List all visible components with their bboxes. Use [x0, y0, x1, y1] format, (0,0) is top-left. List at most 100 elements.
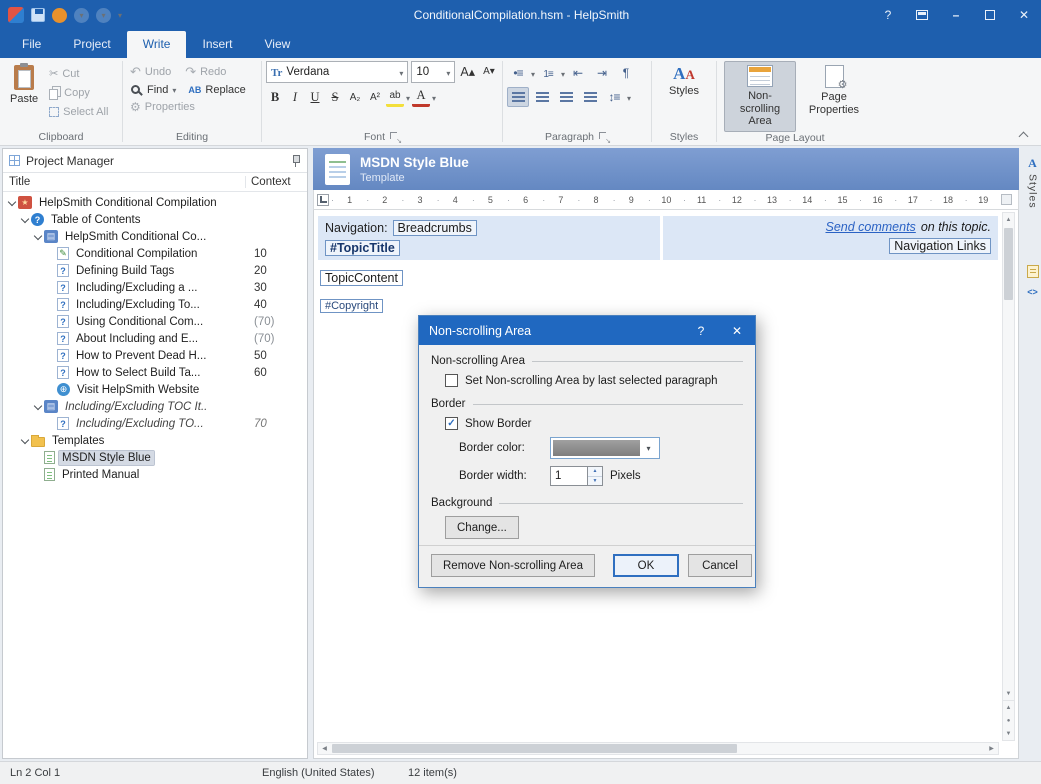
scroll-down-icon[interactable]: ▼: [1003, 687, 1014, 700]
align-left-button[interactable]: [507, 87, 529, 107]
expander-icon[interactable]: [32, 405, 44, 409]
set-by-paragraph-label[interactable]: Set Non-scrolling Area by last selected …: [465, 375, 718, 387]
border-width-input[interactable]: [550, 466, 588, 486]
remove-non-scrolling-area-button[interactable]: Remove Non-scrolling Area: [431, 554, 595, 577]
expander-icon[interactable]: [19, 218, 31, 222]
scroll-right-icon[interactable]: ▶: [985, 743, 998, 754]
italic-button[interactable]: I: [286, 87, 304, 107]
increase-indent-button[interactable]: [591, 63, 613, 83]
tree-item[interactable]: Templates: [3, 432, 307, 449]
tree-item[interactable]: ?Including/Excluding TO...70: [3, 415, 307, 432]
dialog-title-bar[interactable]: Non-scrolling Area ? ✕: [419, 316, 755, 345]
topic-content-field[interactable]: TopicContent: [320, 270, 403, 286]
undo-dropdown-icon[interactable]: [74, 8, 89, 23]
font-family-combobox[interactable]: Verdana: [266, 61, 408, 83]
tab-file[interactable]: File: [6, 31, 57, 58]
change-background-button[interactable]: Change...: [445, 516, 519, 539]
highlight-color-button[interactable]: ab: [386, 87, 404, 107]
ruler-right-marker[interactable]: [1001, 194, 1012, 205]
close-button[interactable]: [1007, 0, 1041, 30]
column-title[interactable]: Title: [3, 176, 245, 188]
decrease-indent-button[interactable]: [567, 63, 589, 83]
scroll-left-icon[interactable]: ◀: [318, 743, 331, 754]
border-color-dropdown-icon[interactable]: ▾: [640, 440, 657, 456]
ok-button[interactable]: OK: [613, 554, 679, 577]
tab-view[interactable]: View: [249, 31, 307, 58]
select-browse-object-button[interactable]: ●: [1003, 714, 1014, 727]
show-border-label[interactable]: Show Border: [465, 418, 531, 430]
expander-icon[interactable]: [32, 235, 44, 239]
breadcrumbs-field[interactable]: Breadcrumbs: [393, 220, 477, 236]
send-comments-link[interactable]: Send comments: [825, 220, 915, 234]
strikethrough-button[interactable]: S: [326, 87, 344, 107]
tree-item[interactable]: ?How to Prevent Dead H...50: [3, 347, 307, 364]
tree-item[interactable]: ?Defining Build Tags20: [3, 262, 307, 279]
tab-insert[interactable]: Insert: [186, 31, 248, 58]
horizontal-scrollbar[interactable]: ◀ ▶: [317, 742, 999, 755]
vertical-scrollbar[interactable]: ▲ ▼ ▲ ● ▼: [1002, 212, 1015, 741]
line-spacing-button[interactable]: [603, 87, 625, 107]
tree-item[interactable]: MSDN Style Blue: [3, 449, 307, 466]
font-size-combobox[interactable]: 10: [411, 61, 455, 83]
html-code-icon[interactable]: [1027, 284, 1038, 298]
horizontal-ruler[interactable]: 12345678910111213141516171819: [313, 190, 1019, 210]
tree-item[interactable]: ▤Including/Excluding TOC It..: [3, 398, 307, 415]
bullet-list-dropdown-icon[interactable]: [531, 66, 535, 80]
spin-down-icon[interactable]: ▼: [588, 476, 602, 486]
expander-icon[interactable]: [19, 439, 31, 443]
styles-button[interactable]: Styles: [663, 61, 705, 102]
browse-next-button[interactable]: ▼: [1003, 727, 1014, 740]
shrink-font-button[interactable]: A▾: [480, 61, 498, 81]
app-logo-icon[interactable]: [8, 7, 24, 23]
redo-dropdown-icon[interactable]: [96, 8, 111, 23]
non-scrolling-area-button[interactable]: Non-scrolling Area: [724, 61, 796, 132]
dialog-help-button[interactable]: ?: [683, 316, 719, 345]
tree-item[interactable]: ▤HelpSmith Conditional Co...: [3, 228, 307, 245]
tree-item[interactable]: ?Table of Contents: [3, 211, 307, 228]
grow-font-button[interactable]: A▴: [458, 61, 477, 81]
copyright-field[interactable]: #Copyright: [320, 299, 383, 313]
page-properties-button[interactable]: Page Properties: [802, 61, 866, 120]
browse-previous-button[interactable]: ▲: [1003, 701, 1014, 714]
tree-item[interactable]: ✎Conditional Compilation10: [3, 245, 307, 262]
paste-button[interactable]: Paste: [4, 61, 44, 110]
tab-stop-selector[interactable]: [317, 194, 329, 206]
tree-item[interactable]: ★HelpSmith Conditional Compilation: [3, 194, 307, 211]
undo-button[interactable]: Undo: [127, 63, 174, 81]
horizontal-scroll-thumb[interactable]: [332, 744, 737, 753]
tree-item[interactable]: ?About Including and E...(70): [3, 330, 307, 347]
cut-button[interactable]: Cut: [46, 66, 111, 81]
cancel-button[interactable]: Cancel: [688, 554, 752, 577]
superscript-button[interactable]: A²: [366, 87, 384, 107]
set-by-paragraph-checkbox[interactable]: [445, 374, 458, 387]
minimize-button[interactable]: [939, 0, 973, 30]
maximize-button[interactable]: [973, 0, 1007, 30]
scroll-up-icon[interactable]: ▲: [1003, 213, 1014, 226]
subscript-button[interactable]: A₂: [346, 87, 364, 107]
tree-item[interactable]: ⊕Visit HelpSmith Website: [3, 381, 307, 398]
border-color-select[interactable]: ▾: [550, 437, 660, 459]
bullet-list-button[interactable]: [507, 63, 529, 83]
navigation-links-field[interactable]: Navigation Links: [889, 238, 991, 254]
paragraph-dialog-launcher[interactable]: [599, 132, 609, 142]
underline-button[interactable]: U: [306, 87, 324, 107]
tree-item[interactable]: ?Using Conditional Com...(70): [3, 313, 307, 330]
copy-button[interactable]: Copy: [46, 85, 111, 101]
tree-item[interactable]: ?Including/Excluding a ...30: [3, 279, 307, 296]
redo-button[interactable]: Redo: [182, 63, 229, 81]
column-context[interactable]: Context: [245, 176, 307, 188]
vertical-scroll-track[interactable]: [1003, 226, 1014, 687]
find-button[interactable]: Find: [127, 83, 179, 97]
properties-button[interactable]: Properties: [127, 99, 198, 115]
collapse-ribbon-button[interactable]: [1015, 129, 1031, 141]
font-color-dropdown-icon[interactable]: [432, 90, 436, 104]
vertical-scroll-thumb[interactable]: [1004, 228, 1013, 300]
font-dialog-launcher[interactable]: [390, 132, 400, 142]
language-indicator[interactable]: English (United States): [262, 767, 404, 779]
tab-project[interactable]: Project: [57, 31, 126, 58]
expander-icon[interactable]: [6, 201, 18, 205]
numbered-list-dropdown-icon[interactable]: [561, 66, 565, 80]
justify-button[interactable]: [579, 87, 601, 107]
numbered-list-button[interactable]: [537, 63, 559, 83]
font-color-button[interactable]: A: [412, 87, 430, 107]
